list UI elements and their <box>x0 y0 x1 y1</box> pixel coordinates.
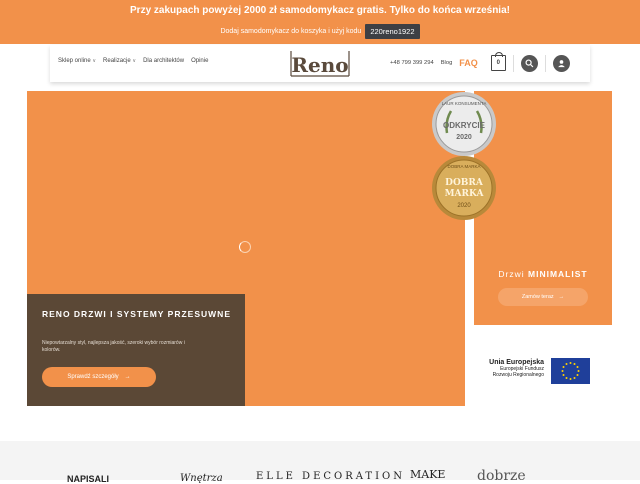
badge-top-text: DOBRA MARKA <box>447 164 480 169</box>
press-strip: NAPISALI Wnętrza ELLE DECORATION MAKE do… <box>0 441 640 484</box>
press-logo-elle[interactable]: ELLE DECORATION <box>256 471 405 482</box>
phone-link[interactable]: +48 799 399 294 <box>390 60 434 66</box>
order-now-button[interactable]: Zamów teraz → <box>498 288 588 306</box>
badge-top-text: LAUR KONSUMENTA <box>442 101 487 106</box>
faq-link[interactable]: FAQ <box>459 58 478 68</box>
logo-text: Reno <box>291 53 348 77</box>
promo-line: Dodaj samodomykacz do koszyka i użyj kod… <box>0 24 640 39</box>
search-button[interactable] <box>520 54 538 72</box>
account-button[interactable] <box>552 54 570 72</box>
chevron-down-icon: ∨ <box>132 58 137 64</box>
arrow-right-icon: → <box>558 294 565 300</box>
header-actions: +48 799 399 294 Blog FAQ 0 <box>390 51 570 75</box>
press-logo-wnetrza[interactable]: Wnętrza <box>180 473 223 484</box>
cart-count: 0 <box>496 60 500 66</box>
details-button[interactable]: Sprawdź szczegóły → <box>42 367 156 387</box>
cart-icon[interactable]: 0 <box>490 52 506 71</box>
eu-sub-2: Rozwoju Regionalnego <box>492 372 544 378</box>
header-divider <box>544 54 546 72</box>
nav-item-shop[interactable]: Sklep online ∨ <box>58 58 96 64</box>
badge-main-text: MARKA <box>445 189 485 199</box>
promo-banner: Przy zakupach powyżej 2000 zł samodomyka… <box>0 0 640 44</box>
nav-label: Sklep online <box>58 58 91 64</box>
nav-item-realizations[interactable]: Realizacje ∨ <box>103 58 136 64</box>
press-logo-dobrze[interactable]: dobrze <box>477 468 526 484</box>
nav-label: Realizacje <box>103 58 131 64</box>
main-nav: Sklep online ∨ Realizacje ∨ Dla architek… <box>58 58 208 64</box>
header-divider <box>512 54 514 72</box>
title-bold: MINIMALIST <box>528 269 588 279</box>
minimalist-title: Drzwi MINIMALIST <box>474 269 612 279</box>
promo-code[interactable]: 220reno1922 <box>365 24 420 39</box>
dobra-marka-badge: DOBRA MARKA DOBRA MARKA 2020 <box>432 156 496 220</box>
press-logo-make[interactable]: MAKE <box>410 468 445 481</box>
eu-title: Unia Europejska <box>489 359 544 366</box>
chevron-down-icon: ∨ <box>92 58 97 64</box>
promo-title: Przy zakupach powyżej 2000 zł samodomyka… <box>130 5 510 16</box>
reno-logo[interactable]: Reno <box>288 48 352 79</box>
badge-year-text: 2020 <box>457 203 471 209</box>
user-icon <box>557 59 565 67</box>
arrow-right-icon: → <box>124 374 131 380</box>
nav-item-reviews[interactable]: Opinie <box>191 58 208 64</box>
blog-link[interactable]: Blog <box>441 60 453 66</box>
loading-spinner-icon <box>239 241 251 253</box>
hero-title: RENO DRZWI I SYSTEMY PRZESUWNE <box>42 309 231 319</box>
hero-card: RENO DRZWI I SYSTEMY PRZESUWNE Niepowtar… <box>27 294 245 406</box>
search-icon <box>525 58 534 67</box>
eu-flag-icon <box>551 358 590 384</box>
laur-konsumenta-badge: LAUR KONSUMENTA ODKRYCIE 2020 <box>432 92 496 156</box>
hero-description: Niepowtarzalny styl, najlepsza jakość, s… <box>42 340 185 353</box>
details-button-label: Sprawdź szczegóły <box>67 374 119 380</box>
badge-main-text: ODKRYCIE <box>443 121 486 130</box>
promo-text: Dodaj samodomykacz do koszyka i użyj kod… <box>220 28 362 35</box>
badge-year-text: 2020 <box>456 134 472 141</box>
order-now-label: Zamów teraz <box>521 294 554 300</box>
badge-main-text: DOBRA <box>445 178 484 188</box>
title-prefix: Drzwi <box>498 269 525 279</box>
eu-funding-text: Unia Europejska Europejski Fundusz Rozwo… <box>466 359 544 378</box>
site-header: Sklep online ∨ Realizacje ∨ Dla architek… <box>50 45 590 82</box>
press-heading: NAPISALI <box>67 474 110 484</box>
nav-item-architects[interactable]: Dla architektów <box>143 58 184 64</box>
hero-banner: RENO DRZWI I SYSTEMY PRZESUWNE Niepowtar… <box>27 91 465 406</box>
